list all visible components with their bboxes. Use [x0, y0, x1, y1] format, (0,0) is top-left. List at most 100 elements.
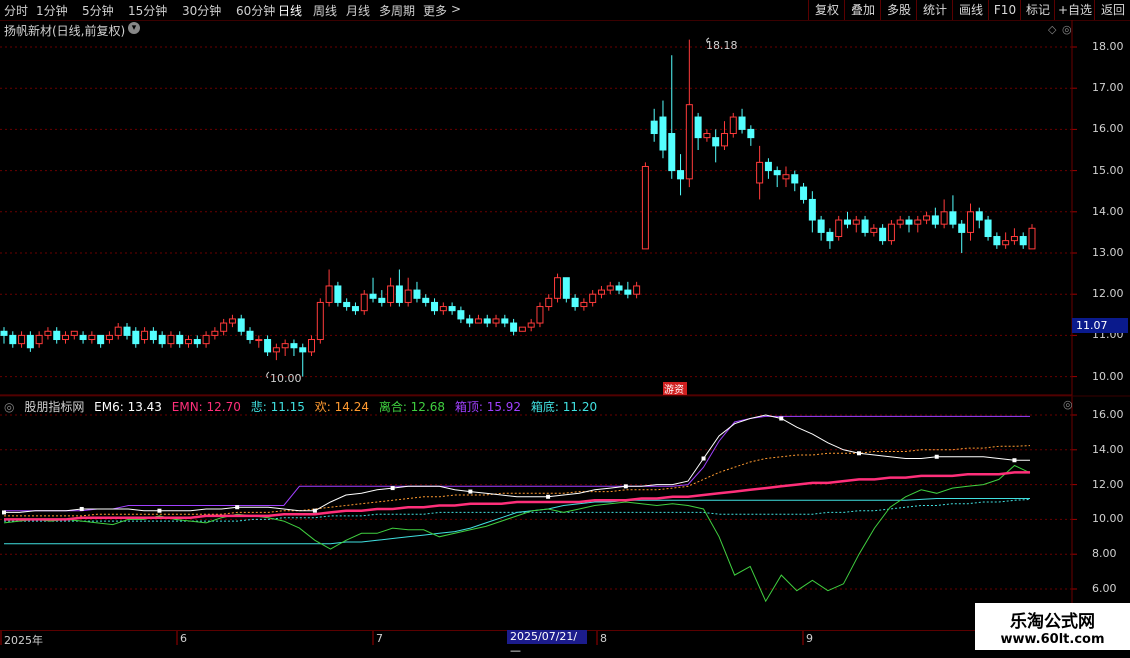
candle	[589, 290, 597, 307]
candle	[1010, 228, 1018, 245]
ind-settings-icon[interactable]: ◎	[4, 400, 14, 414]
ind-tick-label: 6.00	[1092, 582, 1117, 595]
candle	[958, 220, 966, 253]
emn-value: EMN: 12.70	[171, 400, 241, 414]
candle	[70, 330, 78, 340]
candle	[395, 269, 403, 307]
candle	[597, 285, 605, 299]
price-tick-label: 12.00	[1092, 287, 1124, 301]
candle	[185, 335, 193, 348]
date-cursor-label: 2025/07/21/—	[507, 630, 587, 657]
candle	[141, 327, 149, 344]
ema6-marker	[779, 416, 784, 421]
watermark-title: 乐淘公式网	[1010, 612, 1095, 632]
candle	[378, 290, 386, 307]
candle	[448, 302, 456, 315]
candle	[431, 298, 439, 315]
xiangdi-value: 箱底: 11.20	[530, 400, 598, 414]
candle	[949, 195, 957, 229]
ema6-marker	[857, 451, 861, 456]
candle	[18, 331, 26, 348]
event-tag-text: 游资	[664, 383, 684, 396]
ema6-marker	[934, 454, 939, 459]
candle	[404, 277, 412, 307]
candle	[123, 323, 131, 340]
candle	[1028, 224, 1036, 250]
candle	[105, 331, 113, 344]
candle	[940, 199, 948, 229]
candle	[457, 306, 465, 324]
candle	[571, 294, 579, 311]
price-tick-label: 14.00	[1092, 204, 1124, 218]
candle	[246, 327, 254, 344]
candle	[360, 290, 368, 315]
candle	[255, 335, 263, 348]
ema6-marker	[468, 489, 473, 494]
ema6-marker	[2, 510, 6, 515]
candle	[545, 294, 553, 311]
candle	[501, 314, 509, 328]
ema6-marker	[312, 508, 317, 513]
candle	[861, 215, 869, 237]
ema6-marker	[390, 486, 395, 491]
indicator-legend[interactable]: ◎ 股朋指标网 EM6: 13.43 EMN: 12.70 悲: 11.15 欢…	[4, 398, 603, 415]
candle	[290, 339, 298, 356]
candle	[773, 166, 781, 188]
candle	[879, 224, 887, 245]
price-tick-label: 13.00	[1092, 246, 1124, 259]
candle	[158, 331, 166, 348]
candle	[659, 100, 667, 159]
candle	[211, 327, 219, 340]
candle	[351, 302, 359, 315]
candle	[88, 331, 96, 344]
candle	[852, 215, 860, 233]
candle	[193, 335, 201, 348]
candle	[606, 281, 614, 295]
candle	[914, 215, 922, 233]
candle	[343, 298, 351, 311]
candle	[923, 211, 931, 225]
candle	[641, 162, 649, 250]
candle	[712, 129, 720, 163]
last-price-box: 11.07	[1072, 318, 1128, 333]
candle	[993, 232, 1001, 249]
candle	[439, 302, 447, 315]
kline-chart[interactable]: ◇ ◎ ◎ 18.18 10.00 游资	[0, 0, 1130, 650]
candle	[650, 108, 658, 142]
candle	[624, 281, 632, 299]
candle	[615, 281, 623, 295]
candle	[387, 277, 395, 307]
candle-layer	[0, 39, 1036, 377]
candle	[931, 207, 939, 229]
candle	[703, 129, 711, 142]
candle	[738, 108, 746, 134]
candle	[677, 154, 685, 196]
candle	[334, 281, 342, 307]
candle	[26, 331, 34, 352]
ema6-marker	[623, 484, 628, 489]
candle	[272, 343, 280, 361]
price-tick-label: 15.00	[1092, 163, 1124, 177]
candle	[887, 220, 895, 245]
candle	[176, 331, 184, 348]
ind-tick-label: 8.00	[1092, 547, 1117, 561]
candle	[474, 314, 482, 324]
candle	[132, 327, 140, 348]
candle	[764, 158, 772, 179]
candle	[413, 281, 421, 303]
bei-value: 悲: 11.15	[250, 400, 305, 414]
candle	[633, 281, 641, 299]
candle	[9, 331, 17, 348]
chart-decorations: ◇ ◎ ◎ 18.18 10.00 游资	[0, 20, 1130, 645]
candle	[149, 327, 157, 344]
indicator-name[interactable]: 股朋指标网	[24, 400, 84, 414]
candle	[325, 269, 333, 307]
candle	[97, 334, 105, 348]
candle	[562, 277, 570, 303]
candle	[896, 215, 904, 229]
candle	[808, 191, 816, 233]
price-tick-label: 17.00	[1092, 81, 1124, 95]
candle	[518, 326, 526, 332]
date-label: 8	[600, 632, 607, 645]
candle	[1002, 232, 1010, 249]
